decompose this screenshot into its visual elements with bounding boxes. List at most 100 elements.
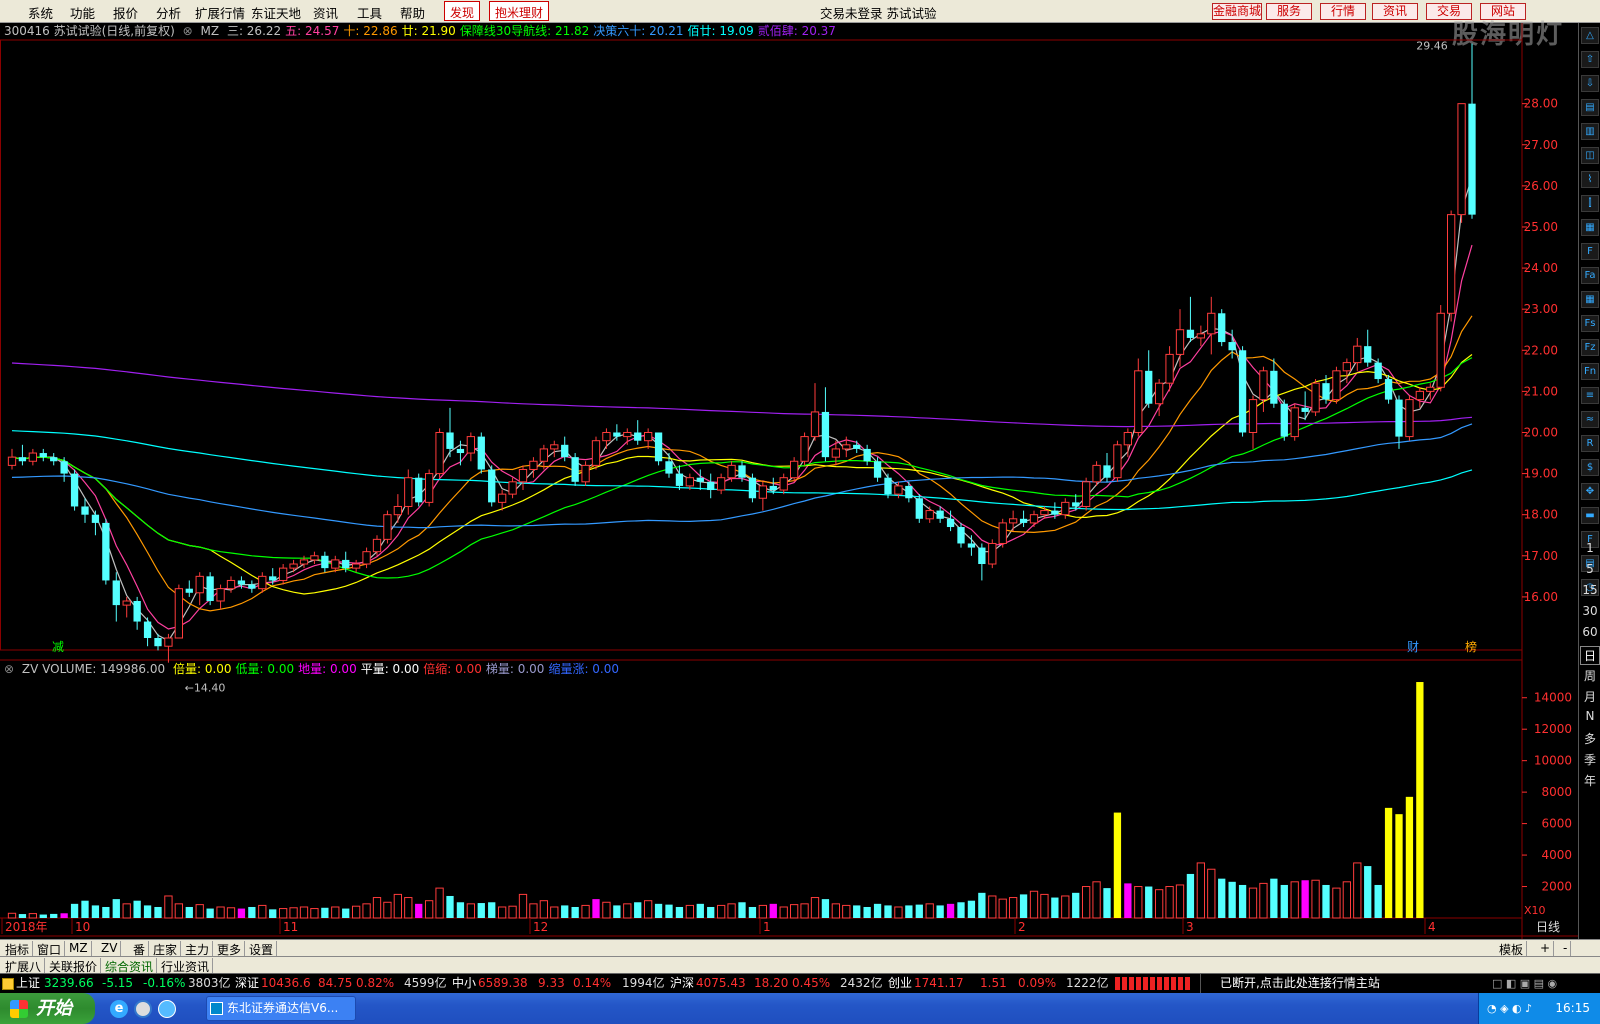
ie-icon[interactable]: e: [110, 1000, 128, 1018]
toolbar-icon-15[interactable]: ≡: [1581, 387, 1599, 404]
menu-info[interactable]: 资讯: [313, 3, 338, 22]
menu-system[interactable]: 系统: [28, 3, 53, 22]
mall-button[interactable]: 金融商城: [1212, 3, 1262, 20]
volume-bar: [643, 900, 653, 919]
candle-body: [1196, 333, 1206, 339]
toolbar-icon-13[interactable]: Fz: [1581, 339, 1599, 356]
period-button-多[interactable]: 多: [1580, 730, 1600, 747]
indicator-tab-0[interactable]: 指标: [2, 941, 34, 957]
toolbar-icon-2[interactable]: ⇩: [1581, 75, 1599, 92]
candle-body: [456, 448, 465, 454]
period-button-60[interactable]: 60: [1580, 625, 1600, 639]
info-tab-2[interactable]: 综合资讯: [102, 958, 158, 974]
taskbar-app-button[interactable]: 东北证券通达信V6...: [206, 996, 356, 1021]
period-button-15[interactable]: 15: [1580, 583, 1600, 597]
toolbar-icon-16[interactable]: ≈: [1581, 411, 1599, 428]
toolbar-icon-20[interactable]: ▬: [1581, 507, 1599, 524]
candle-body: [978, 547, 986, 565]
toolbar-icon-14[interactable]: Fn: [1581, 363, 1599, 380]
indicator-tab-7[interactable]: 更多: [214, 941, 246, 957]
info-tab-0[interactable]: 扩展八: [2, 958, 46, 974]
toolbar-icon-10[interactable]: Fa: [1581, 267, 1599, 284]
market-button[interactable]: 行情: [1320, 3, 1366, 20]
period-button-5[interactable]: 5: [1580, 562, 1600, 576]
browser-icon[interactable]: [134, 1000, 152, 1018]
menu-help[interactable]: 帮助: [400, 3, 425, 22]
info-tab-3[interactable]: 行业资讯: [158, 958, 214, 974]
candle-body: [1468, 103, 1476, 215]
discover-tab[interactable]: 发现: [444, 1, 481, 21]
indicator-tab-4[interactable]: 番: [130, 941, 150, 957]
start-button[interactable]: 开始: [0, 993, 95, 1024]
baomi-tab[interactable]: 抱米理财: [489, 1, 550, 21]
toolbar-icon-11[interactable]: ▦: [1581, 291, 1599, 308]
menu-ext-market[interactable]: 扩展行情: [195, 3, 245, 22]
menu-dongzheng[interactable]: 东证天地: [251, 3, 301, 22]
trading-app-window: 系统 功能 报价 分析 扩展行情 东证天地 资讯 工具 帮助 发现 抱米理财 交…: [0, 0, 1600, 1024]
indicator-tab-1[interactable]: 窗口: [34, 941, 66, 957]
toolbar-icon-5[interactable]: ◫: [1581, 147, 1599, 164]
template-tab-0[interactable]: 模板: [1496, 941, 1528, 957]
indicator-tab-8[interactable]: 设置: [246, 941, 278, 957]
volume-bar: [154, 906, 162, 918]
volume-indicator-header: ⊗ ZV VOLUME: 149986.00 倍量: 0.00 低量: 0.00 地…: [0, 661, 1520, 677]
news-button[interactable]: 资讯: [1372, 3, 1418, 20]
toolbar-icon-1[interactable]: ⇧: [1581, 51, 1599, 68]
period-button-日[interactable]: 日: [1580, 646, 1600, 665]
indicator-tab-6[interactable]: 主力: [182, 941, 214, 957]
service-button[interactable]: 服务: [1266, 3, 1312, 20]
template-tab-2[interactable]: -: [1560, 941, 1572, 956]
toolbar-icon-0[interactable]: △: [1581, 27, 1599, 44]
tray-icons[interactable]: ◔ ◈ ◐ ♪: [1487, 1002, 1532, 1015]
candle-body: [1081, 481, 1091, 507]
period-button-30[interactable]: 30: [1580, 604, 1600, 618]
toolbar-icon-6[interactable]: ⌇: [1581, 171, 1599, 188]
menu-function[interactable]: 功能: [70, 3, 95, 22]
template-tab-1[interactable]: +: [1537, 941, 1555, 956]
candle-body: [362, 551, 371, 565]
candle-body: [571, 457, 579, 482]
vol-tick-label: 6000: [1541, 817, 1572, 831]
candle-body: [321, 555, 329, 569]
indicator-tab-2[interactable]: MZ: [66, 941, 92, 956]
menu-tools[interactable]: 工具: [357, 3, 382, 22]
volume-bar: [1248, 887, 1258, 919]
info-tab-1[interactable]: 关联报价: [46, 958, 102, 974]
period-button-N[interactable]: N: [1580, 709, 1600, 723]
price-chart[interactable]: 16.00 17.00 18.00 19.00 20.00 21.00 22.00 23.00…: [0, 23, 1578, 939]
period-button-周[interactable]: 周: [1580, 667, 1600, 684]
toolbar-icon-19[interactable]: ✥: [1581, 483, 1599, 500]
indicator-tab-3[interactable]: ZV: [98, 941, 122, 956]
hs-name[interactable]: 沪深: [670, 974, 694, 993]
toolbar-icon-4[interactable]: ▥: [1581, 123, 1599, 140]
candle-body: [1374, 362, 1382, 380]
toolbar-icon-9[interactable]: F: [1581, 243, 1599, 260]
sz-name[interactable]: 深证: [235, 974, 259, 993]
toolbar-icon-18[interactable]: $: [1581, 459, 1599, 476]
connection-message[interactable]: 已断开,点击此处连接行情主站: [1220, 974, 1380, 993]
zx-name[interactable]: 中小: [452, 974, 476, 993]
toolbar-icon-17[interactable]: R: [1581, 435, 1599, 452]
toolbar-icon-7[interactable]: ⫿: [1581, 195, 1599, 212]
sh-name[interactable]: 上证: [16, 974, 40, 993]
cy-name[interactable]: 创业: [888, 974, 912, 993]
candle-body: [1332, 370, 1341, 401]
indicator-tab-5[interactable]: 庄家: [150, 941, 182, 957]
period-button-季[interactable]: 季: [1580, 751, 1600, 768]
menu-quote[interactable]: 报价: [113, 3, 138, 22]
volume-bar: [1395, 814, 1403, 918]
toolbar-icon-12[interactable]: Fs: [1581, 315, 1599, 332]
y-tick-label: 18.00: [1524, 508, 1558, 522]
period-button-1[interactable]: 1: [1580, 541, 1600, 555]
period-button-年[interactable]: 年: [1580, 772, 1600, 789]
window-controls[interactable]: □ ◧ ▣ ▤ ◉: [1492, 974, 1557, 993]
toolbar-icon-3[interactable]: ▤: [1581, 99, 1599, 116]
candle-body: [278, 567, 288, 581]
toolbar-icon-8[interactable]: ▦: [1581, 219, 1599, 236]
menu-analysis[interactable]: 分析: [156, 3, 181, 22]
candle-body: [550, 444, 559, 450]
period-button-月[interactable]: 月: [1580, 688, 1600, 705]
media-icon[interactable]: [158, 1000, 176, 1018]
chevron-down-icon[interactable]: ⊗: [4, 662, 14, 676]
windows-logo-icon: [10, 1000, 28, 1018]
